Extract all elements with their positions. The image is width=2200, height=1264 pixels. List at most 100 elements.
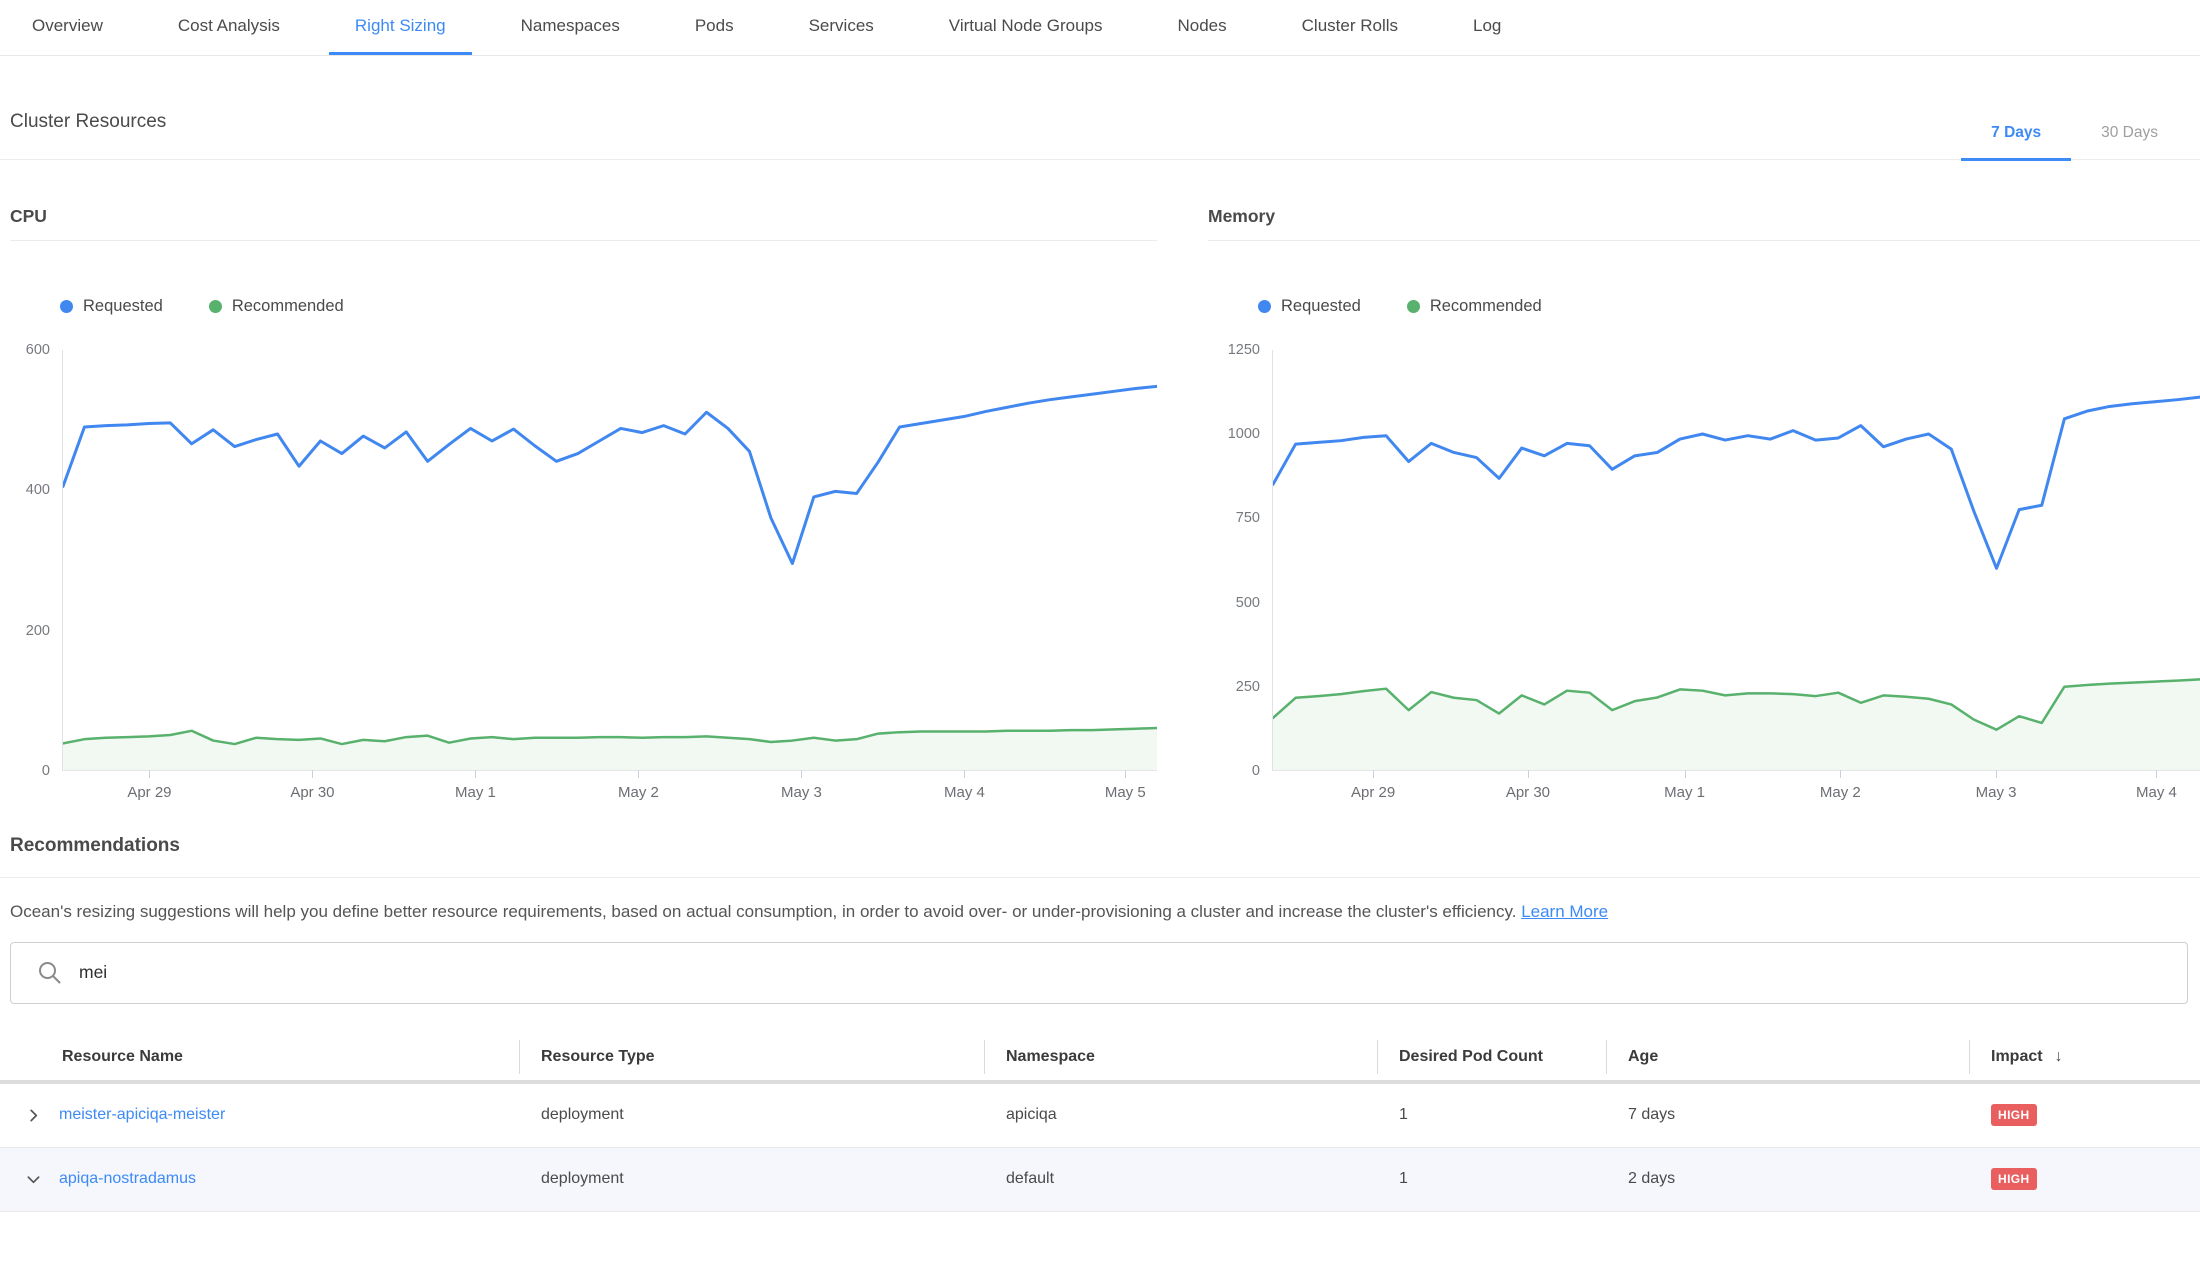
search-box: [10, 942, 2188, 1004]
sort-desc-icon[interactable]: ↓: [2055, 1048, 2063, 1066]
x-tick-mark: [312, 770, 313, 778]
search-input[interactable]: [79, 962, 2169, 983]
column-header-label: Namespace: [1006, 1048, 1095, 1066]
chevron-down-icon[interactable]: [26, 1172, 41, 1187]
impact-badge: HIGH: [1991, 1168, 2037, 1190]
x-tick-label: May 2: [1820, 784, 1861, 801]
tab-right-sizing[interactable]: Right Sizing: [329, 0, 472, 55]
tab-bar: Overview Cost Analysis Right Sizing Namespa…: [0, 0, 2200, 56]
range-tab-30-days[interactable]: 30 Days: [2071, 124, 2188, 161]
x-tick-label: May 1: [1664, 784, 1705, 801]
memory-chart-canvas: [1273, 350, 2200, 770]
x-tick-mark: [475, 770, 476, 778]
requested-line: [1273, 397, 2200, 568]
cpu-chart-title: CPU: [10, 160, 1157, 241]
x-tick-mark: [964, 770, 965, 778]
column-header-resource-type[interactable]: Resource Type: [520, 1034, 985, 1080]
tab-nodes[interactable]: Nodes: [1152, 0, 1253, 55]
column-header-label: Resource Name: [62, 1048, 183, 1066]
legend-label-requested: Requested: [1281, 297, 1361, 316]
memory-chart-card: Memory Requested Recommended 1250 1000 750 5…: [1208, 160, 2200, 771]
resource-name-link[interactable]: apiqa-nostradamus: [59, 1170, 196, 1188]
table-row[interactable]: meister-apiciqa-meister deploymentapiciqa…: [0, 1084, 2200, 1148]
recommendations-description-text: Ocean's resizing suggestions will help y…: [10, 902, 1516, 921]
column-header-age[interactable]: Age: [1607, 1034, 1970, 1080]
cpu-chart-canvas: [63, 350, 1157, 770]
search-icon: [37, 960, 63, 986]
cell-resource-type: deployment: [520, 1106, 985, 1124]
cell-age: 7 days: [1607, 1106, 1970, 1124]
x-tick-label: May 3: [781, 784, 822, 801]
tab-services[interactable]: Services: [783, 0, 900, 55]
x-tick-label: Apr 30: [1506, 784, 1550, 801]
tab-virtual-node-groups[interactable]: Virtual Node Groups: [923, 0, 1129, 55]
y-tick-label: 200: [26, 623, 50, 639]
y-tick-label: 0: [42, 763, 50, 779]
legend-dot-recommended: [1407, 300, 1420, 313]
column-header-label: Age: [1628, 1048, 1658, 1066]
cell-desired-pod-count: 1: [1378, 1106, 1607, 1124]
legend-item-requested: Requested: [1258, 297, 1361, 316]
y-tick-label: 500: [1236, 595, 1260, 611]
x-tick-mark: [801, 770, 802, 778]
y-tick-label: 1250: [1228, 342, 1260, 358]
x-tick-label: May 2: [618, 784, 659, 801]
cell-resource-type: deployment: [520, 1170, 985, 1188]
cell-resource-name: apiqa-nostradamus: [0, 1170, 520, 1188]
legend-item-requested: Requested: [60, 297, 163, 316]
cell-namespace: default: [985, 1170, 1378, 1188]
legend-item-recommended: Recommended: [209, 297, 344, 316]
memory-chart-title: Memory: [1208, 160, 2200, 241]
x-tick-label: May 4: [944, 784, 985, 801]
x-tick-mark: [1125, 770, 1126, 778]
x-tick-label: May 4: [2136, 784, 2177, 801]
memory-y-axis: 125010007505002500: [1208, 350, 1272, 771]
recommended-area: [63, 728, 1157, 770]
y-tick-label: 0: [1252, 763, 1260, 779]
x-tick-label: Apr 29: [1351, 784, 1395, 801]
legend-dot-recommended: [209, 300, 222, 313]
chevron-right-icon[interactable]: [26, 1108, 41, 1123]
column-header-label: Resource Type: [541, 1048, 655, 1066]
y-tick-label: 400: [26, 482, 50, 498]
cpu-legend: Requested Recommended: [60, 297, 1157, 316]
y-tick-label: 750: [1236, 510, 1260, 526]
x-tick-mark: [1528, 770, 1529, 778]
page-title: Cluster Resources: [10, 111, 166, 133]
impact-badge: HIGH: [1991, 1104, 2037, 1126]
x-tick-label: Apr 30: [290, 784, 334, 801]
tab-cluster-rolls[interactable]: Cluster Rolls: [1276, 0, 1424, 55]
legend-label-recommended: Recommended: [232, 297, 344, 316]
tab-overview[interactable]: Overview: [6, 0, 129, 55]
learn-more-link[interactable]: Learn More: [1521, 902, 1608, 921]
x-tick-mark: [1373, 770, 1374, 778]
tab-pods[interactable]: Pods: [669, 0, 760, 55]
cell-age: 2 days: [1607, 1170, 1970, 1188]
range-tab-7-days[interactable]: 7 Days: [1961, 124, 2071, 161]
cpu-chart-card: CPU RequestedRecommended 6004002000 Apr …: [10, 160, 1157, 771]
y-tick-label: 1000: [1228, 426, 1260, 442]
cell-resource-name: meister-apiciqa-meister: [0, 1106, 520, 1124]
resource-name-link[interactable]: meister-apiciqa-meister: [59, 1106, 225, 1124]
legend-item-recommended: Recommended: [1407, 297, 1542, 316]
tab-namespaces[interactable]: Namespaces: [495, 0, 646, 55]
x-tick-label: Apr 29: [127, 784, 171, 801]
column-header-resource-name[interactable]: Resource Name: [0, 1034, 520, 1080]
cell-impact: HIGH: [1970, 1104, 2200, 1126]
x-tick-label: May 5: [1105, 784, 1146, 801]
legend-label-recommended: Recommended: [1430, 297, 1542, 316]
recommendations-title: Recommendations: [0, 835, 2200, 878]
tab-cost-analysis[interactable]: Cost Analysis: [152, 0, 306, 55]
x-tick-label: May 1: [455, 784, 496, 801]
column-header-impact[interactable]: Impact↓: [1970, 1034, 2200, 1080]
column-header-label: Desired Pod Count: [1399, 1048, 1543, 1066]
table-row[interactable]: apiqa-nostradamusdeploymentdefault12 day…: [0, 1148, 2200, 1212]
memory-plot-area: Apr 29Apr 30May 1May 2May 3May 4: [1272, 350, 2200, 771]
recommendations-table: Resource Name Resource Type Namespace Desir…: [0, 1034, 2200, 1212]
cell-namespace: apiciqa: [985, 1106, 1378, 1124]
recommendations-description: Ocean's resizing suggestions will help y…: [10, 900, 2190, 924]
column-header-desired-pod-count[interactable]: Desired Pod Count: [1378, 1034, 1607, 1080]
recommendations-section: Recommendations Ocean's resizing suggest…: [0, 835, 2200, 1212]
column-header-namespace[interactable]: Namespace: [985, 1034, 1378, 1080]
tab-log[interactable]: Log: [1447, 0, 1527, 55]
